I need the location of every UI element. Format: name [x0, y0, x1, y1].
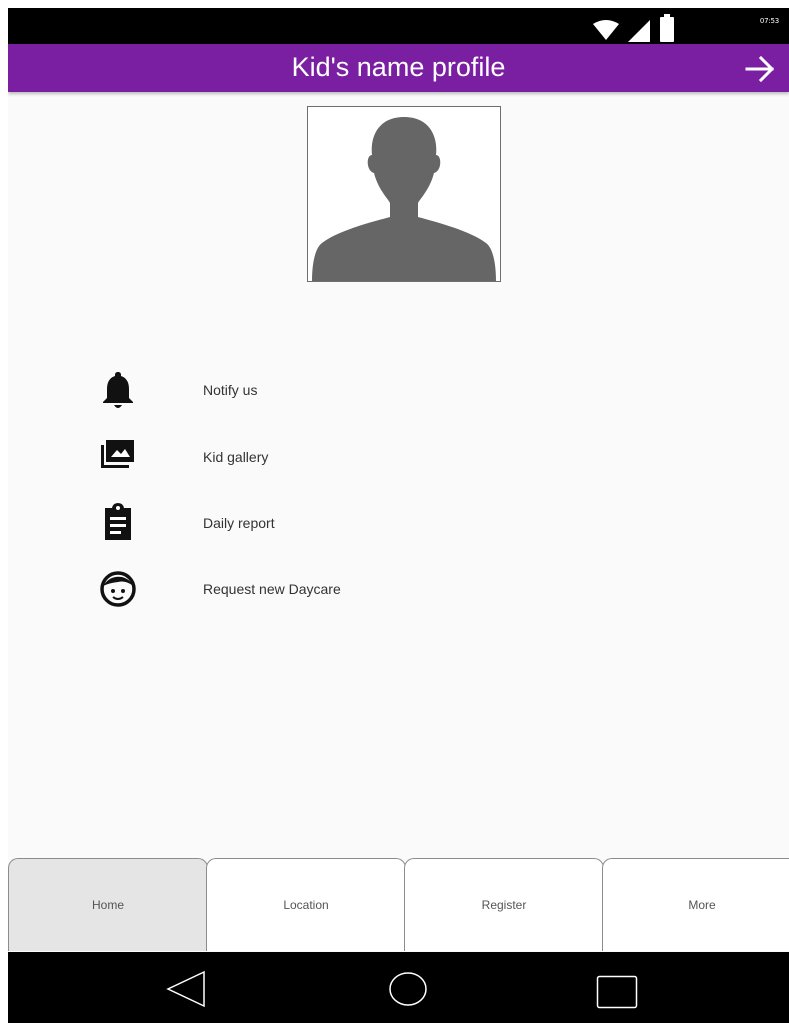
tab-label: More: [688, 898, 716, 912]
system-nav-bar: [8, 952, 789, 1023]
status-bar: 07:53: [8, 8, 789, 44]
clipboard-icon: [105, 503, 131, 540]
tab-label: Location: [283, 898, 329, 912]
battery-icon: [660, 14, 674, 42]
bell-icon: [103, 372, 133, 408]
menu-item-notify-us[interactable]: Notify us: [98, 370, 498, 410]
home-circle-icon[interactable]: [388, 971, 428, 1007]
person-silhouette-icon: [312, 117, 496, 281]
menu-item-request-new-daycare[interactable]: Request new Daycare: [98, 569, 498, 609]
bottom-nav: Home Location Register More: [8, 858, 789, 953]
menu-item-daily-report[interactable]: Daily report: [98, 503, 498, 543]
photo-library-icon: [101, 440, 134, 468]
signal-icon: [628, 20, 650, 42]
back-icon[interactable]: [166, 970, 206, 1008]
tab-more[interactable]: More: [602, 858, 789, 951]
menu-item-label: Notify us: [203, 382, 258, 398]
menu-item-label: Request new Daycare: [203, 581, 341, 597]
child-face-icon: [100, 571, 136, 607]
tab-home[interactable]: Home: [8, 858, 208, 951]
tab-label: Home: [91, 898, 124, 912]
recents-icon[interactable]: [596, 975, 638, 1009]
wifi-icon: [593, 20, 619, 40]
app-bar: Kid's name profile: [8, 44, 789, 92]
menu-item-kid-gallery[interactable]: Kid gallery: [98, 437, 498, 477]
phone-screen: 07:53 Kid's name profile Notify us Kid g…: [8, 8, 789, 1023]
menu-item-label: Kid gallery: [203, 449, 269, 465]
tab-register[interactable]: Register: [404, 858, 604, 951]
menu-item-label: Daily report: [203, 515, 275, 531]
page-title: Kid's name profile: [291, 52, 506, 82]
status-time: 07:53: [759, 17, 779, 25]
tab-location[interactable]: Location: [206, 858, 406, 951]
tab-label: Register: [481, 898, 527, 912]
avatar[interactable]: [307, 106, 501, 282]
arrow-right-icon[interactable]: [745, 54, 775, 84]
